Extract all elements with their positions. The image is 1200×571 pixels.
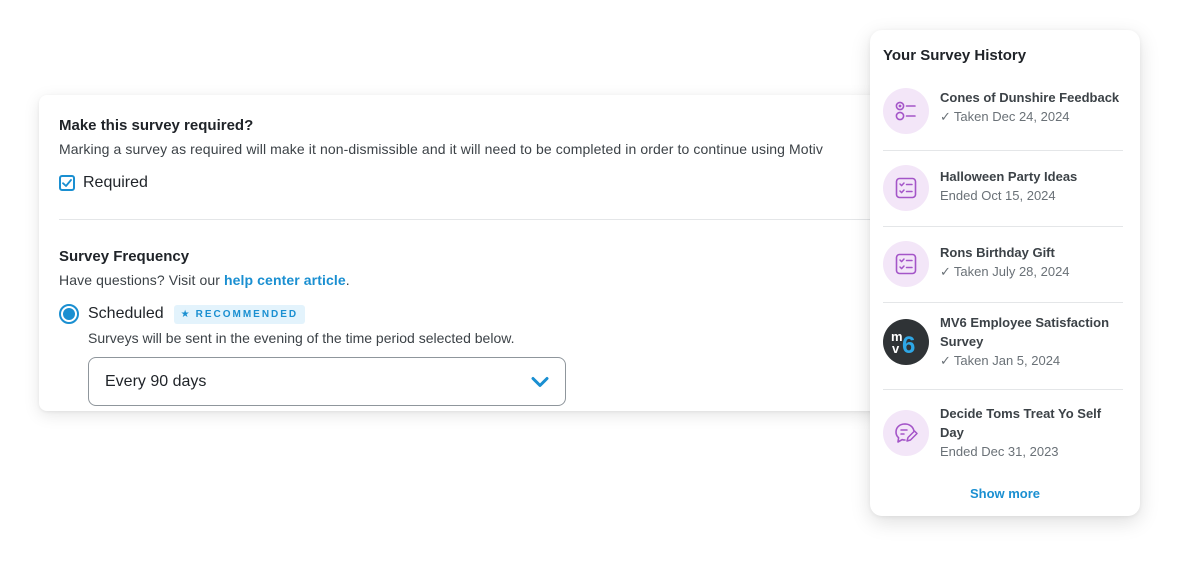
show-more-link[interactable]: Show more [870, 486, 1140, 501]
help-suffix: . [345, 272, 350, 288]
check-icon: ✓ [940, 353, 951, 368]
history-item[interactable]: Halloween Party Ideas Ended Oct 15, 2024 [883, 151, 1123, 227]
star-icon: ★ [180, 308, 190, 320]
recommended-badge-label: RECOMMENDED [195, 308, 299, 320]
survey-history-title: Your Survey History [883, 47, 1027, 64]
history-item-status-text: Taken July 28, 2024 [953, 264, 1070, 279]
options-list-icon [883, 88, 929, 134]
history-item-status: ✓ Taken July 28, 2024 [940, 262, 1070, 281]
history-item-title: Rons Birthday Gift [940, 245, 1055, 260]
svg-text:6: 6 [902, 332, 915, 359]
required-checkbox-row[interactable]: Required [59, 174, 148, 192]
frequency-select-value: Every 90 days [105, 372, 207, 390]
scheduled-option-row: Scheduled ★ RECOMMENDED [59, 304, 306, 324]
history-item[interactable]: Cones of Dunshire Feedback ✓ Taken Dec 2… [883, 80, 1123, 151]
checklist-icon [883, 241, 929, 287]
chevron-down-icon [531, 376, 549, 387]
history-item-text: MV6 Employee Satisfaction Survey ✓ Taken… [940, 313, 1125, 370]
required-section-description: Marking a survey as required will make i… [59, 141, 823, 157]
checklist-icon [883, 165, 929, 211]
scheduled-radio[interactable] [59, 304, 79, 324]
history-item-status: Ended Dec 31, 2023 [940, 444, 1059, 459]
mv6-logo: m v 6 [883, 319, 929, 365]
history-item-title: Decide Toms Treat Yo Self Day [940, 406, 1102, 440]
history-item-status-text: Taken Dec 24, 2024 [953, 109, 1070, 124]
frequency-section-title: Survey Frequency [59, 248, 190, 265]
history-item-text: Halloween Party Ideas Ended Oct 15, 2024 [940, 167, 1077, 205]
speech-pen-icon [883, 410, 929, 456]
history-item[interactable]: Rons Birthday Gift ✓ Taken July 28, 2024 [883, 227, 1123, 303]
scheduled-option-help: Surveys will be sent in the evening of t… [88, 330, 515, 346]
history-item[interactable]: m v 6 MV6 Employee Satisfaction Survey ✓… [883, 303, 1123, 390]
scheduled-radio-label: Scheduled [88, 305, 164, 322]
history-item-text: Cones of Dunshire Feedback ✓ Taken Dec 2… [940, 88, 1119, 126]
history-item-title: Halloween Party Ideas [940, 169, 1078, 184]
history-item-text: Rons Birthday Gift ✓ Taken July 28, 2024 [940, 243, 1070, 281]
required-checkbox[interactable] [59, 175, 75, 191]
required-section-title: Make this survey required? [59, 117, 254, 134]
history-item-status: ✓ Taken Dec 24, 2024 [940, 107, 1119, 126]
history-item-title: MV6 Employee Satisfaction Survey [940, 315, 1110, 349]
checkmark-icon [62, 179, 72, 187]
survey-history-panel: Your Survey History Cones of Dunshire Fe… [870, 30, 1140, 516]
survey-history-list: Cones of Dunshire Feedback ✓ Taken Dec 2… [883, 80, 1123, 470]
section-divider [59, 219, 899, 220]
history-item-title: Cones of Dunshire Feedback [940, 90, 1120, 105]
frequency-help-text: Have questions? Visit our help center ar… [59, 272, 350, 288]
history-item-status: ✓ Taken Jan 5, 2024 [940, 351, 1125, 370]
history-item-status-text: Taken Jan 5, 2024 [953, 353, 1061, 368]
survey-settings-card: Make this survey required? Marking a sur… [39, 95, 899, 411]
help-prefix: Have questions? Visit our [59, 272, 224, 288]
history-item[interactable]: Decide Toms Treat Yo Self Day Ended Dec … [883, 390, 1123, 470]
history-item-status: Ended Oct 15, 2024 [940, 188, 1056, 203]
required-checkbox-label: Required [83, 174, 148, 191]
history-item-text: Decide Toms Treat Yo Self Day Ended Dec … [940, 404, 1120, 461]
radio-selected-dot [63, 308, 75, 320]
recommended-badge: ★ RECOMMENDED [173, 304, 306, 324]
help-center-link[interactable]: help center article [224, 272, 346, 288]
svg-text:v: v [892, 341, 900, 356]
check-icon: ✓ [940, 264, 951, 279]
frequency-select[interactable]: Every 90 days [88, 357, 566, 406]
check-icon: ✓ [940, 109, 951, 124]
